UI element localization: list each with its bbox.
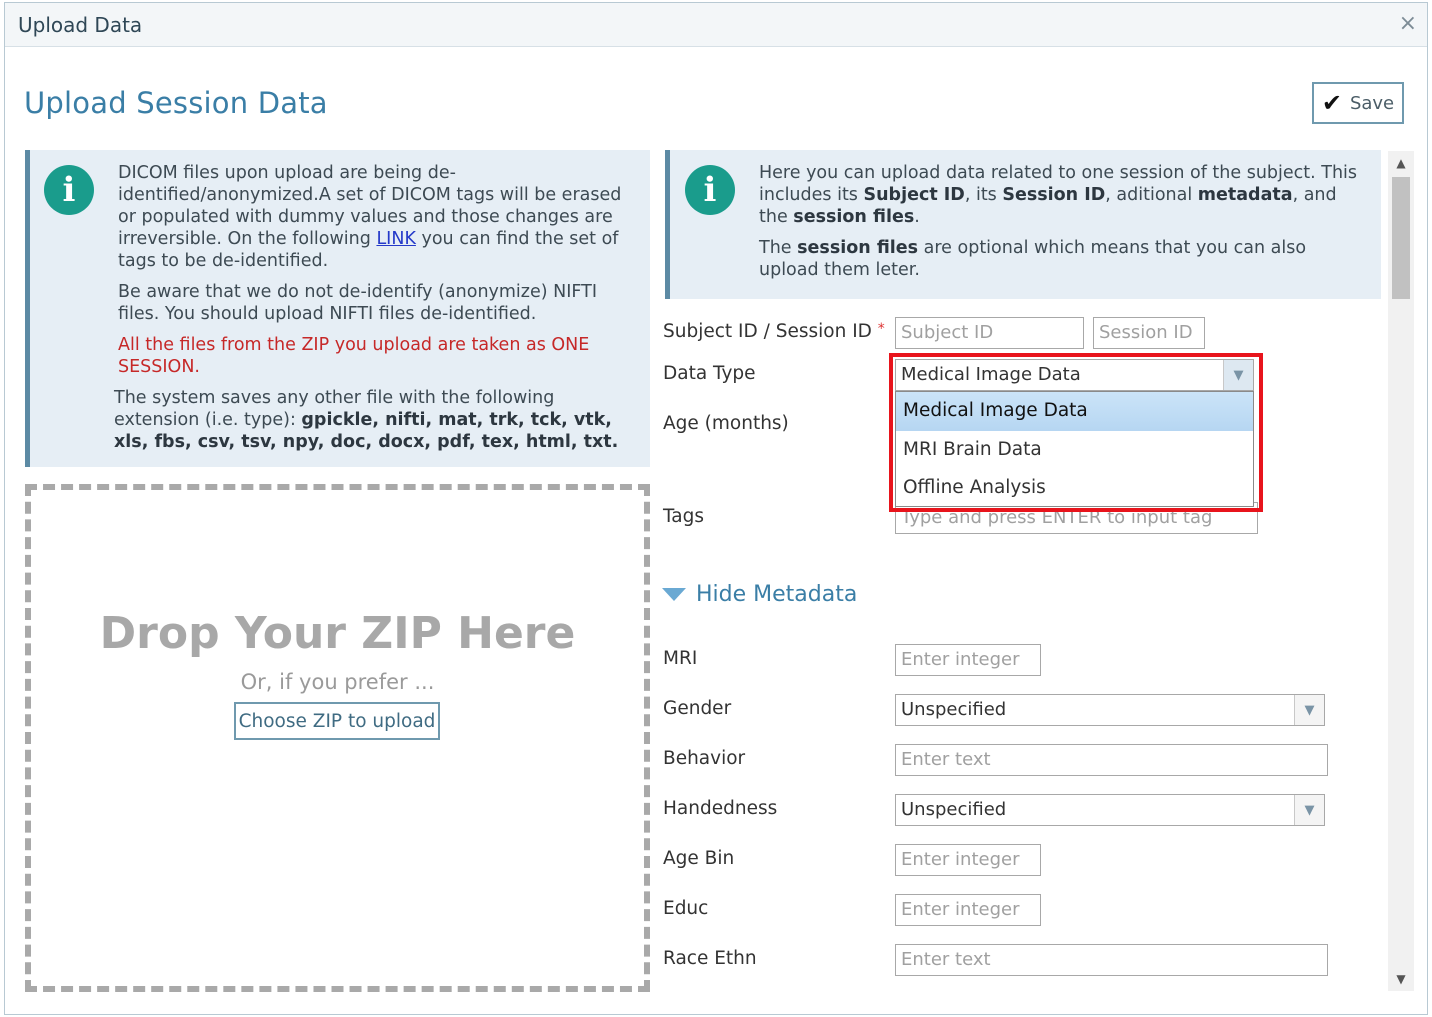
choose-zip-button[interactable]: Choose ZIP to upload — [234, 702, 440, 740]
required-mark: * — [877, 321, 885, 337]
nifti-warning-paragraph: Be aware that we do not de-identify (ano… — [118, 282, 598, 324]
gender-label: Gender — [663, 698, 732, 719]
gender-select[interactable]: Unspecified ▼ — [895, 694, 1325, 726]
session-info-subject: Subject ID — [863, 185, 965, 205]
session-info-text: Here you can upload data related to one … — [759, 162, 1359, 290]
save-button[interactable]: ✔ Save — [1312, 82, 1404, 124]
handedness-select[interactable]: Unspecified ▼ — [895, 794, 1325, 826]
triangle-down-icon — [662, 588, 686, 601]
age-months-label: Age (months) — [663, 413, 789, 434]
mri-input[interactable]: Enter integer — [895, 644, 1041, 676]
session-info-c: , aditional — [1105, 185, 1198, 205]
subject-id-input[interactable]: Subject ID — [895, 317, 1084, 349]
mri-label: MRI — [663, 648, 698, 669]
subject-session-label-text: Subject ID / Session ID — [663, 321, 872, 342]
educ-label: Educ — [663, 898, 709, 919]
tags-label: Tags — [663, 506, 704, 527]
check-icon: ✔ — [1321, 89, 1342, 117]
behavior-input[interactable]: Enter text — [895, 744, 1328, 776]
educ-input[interactable]: Enter integer — [895, 894, 1041, 926]
extensions-paragraph: The system saves any other file with the… — [114, 387, 638, 453]
handedness-label: Handedness — [663, 798, 778, 819]
chevron-down-icon[interactable]: ▼ — [1294, 695, 1324, 725]
race-ethn-input[interactable]: Enter text — [895, 944, 1328, 976]
dialog-titlebar: Upload Data × — [5, 3, 1427, 47]
session-id-input[interactable]: Session ID — [1093, 317, 1205, 349]
age-bin-label: Age Bin — [663, 848, 735, 869]
zip-drop-zone[interactable]: Drop Your ZIP Here Or, if you prefer ...… — [25, 484, 650, 992]
page-title: Upload Session Data — [24, 86, 328, 120]
hide-metadata-toggle[interactable]: Hide Metadata — [662, 582, 857, 607]
scroll-up-icon[interactable]: ▲ — [1388, 153, 1414, 173]
info-icon: i — [44, 165, 94, 215]
drop-zone-subtitle: Or, if you prefer ... — [240, 670, 435, 694]
session-info-b: , its — [964, 185, 1003, 205]
scroll-down-icon[interactable]: ▼ — [1388, 969, 1414, 989]
vertical-scrollbar[interactable]: ▲ ▼ — [1388, 151, 1414, 991]
chevron-down-icon[interactable]: ▼ — [1294, 795, 1324, 825]
race-ethn-label: Race Ethn — [663, 948, 757, 969]
session-info-files: session files — [793, 207, 915, 227]
session-files-paragraph: The session files are optional which mea… — [759, 237, 1359, 281]
gender-value: Unspecified — [901, 699, 1007, 720]
dialog-title: Upload Data — [18, 13, 143, 37]
deidentify-link[interactable]: LINK — [376, 229, 415, 249]
one-session-warning: All the files from the ZIP you upload ar… — [118, 335, 590, 377]
session-info-e: . — [914, 207, 920, 227]
session-info-metadata: metadata — [1197, 185, 1293, 205]
session-info-paragraph: Here you can upload data related to one … — [759, 162, 1359, 228]
session-files-a: The — [759, 238, 798, 258]
age-bin-input[interactable]: Enter integer — [895, 844, 1041, 876]
drop-zone-title: Drop Your ZIP Here — [99, 608, 576, 659]
handedness-value: Unspecified — [901, 799, 1007, 820]
save-button-label: Save — [1349, 92, 1395, 114]
session-files-bold: session files — [797, 238, 919, 258]
info-icon: i — [685, 165, 735, 215]
session-info-session: Session ID — [1002, 185, 1106, 205]
behavior-label: Behavior — [663, 748, 746, 769]
subject-session-label: Subject ID / Session ID * — [663, 321, 885, 342]
highlight-annotation-box — [889, 353, 1263, 512]
dicom-info-box: i DICOM files upon upload are being de-i… — [25, 150, 650, 467]
scrollbar-thumb[interactable] — [1392, 177, 1410, 299]
dicom-info-text: DICOM files upon upload are being de-ide… — [114, 162, 638, 462]
session-info-box: i Here you can upload data related to on… — [665, 150, 1381, 299]
hide-metadata-label: Hide Metadata — [696, 582, 858, 607]
close-icon[interactable]: × — [1399, 11, 1417, 36]
dicom-info-paragraph: DICOM files upon upload are being de-ide… — [118, 162, 638, 272]
data-type-label: Data Type — [663, 363, 756, 384]
